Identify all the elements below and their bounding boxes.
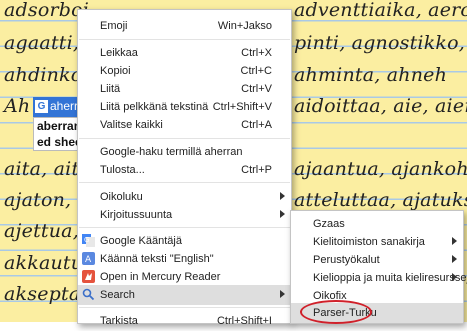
menu-item-copy[interactable]: Kopioi Ctrl+C (78, 61, 291, 81)
text-line-right: adventtiaika, aerobi (294, 0, 467, 21)
menu-item-label: Oikoluku (100, 191, 143, 203)
menu-item-paste-plain[interactable]: Liitä pelkkänä tekstinä Ctrl+Shift+V (78, 97, 291, 117)
submenu-arrow-icon (452, 273, 457, 281)
menu-item-inspect[interactable]: Tarkista Ctrl+Shift+I (78, 311, 291, 331)
submenu-item-label: Kielitoimiston sanakirja (313, 236, 425, 248)
menu-item-writing-direction[interactable]: Kirjoitussuunta (78, 205, 291, 225)
menu-item-print[interactable]: Tulosta... Ctrl+P (78, 160, 291, 180)
menu-item-label: Kirjoitussuunta (100, 209, 173, 221)
mercury-reader-icon (82, 270, 95, 283)
text-line: aita, ait (4, 158, 80, 180)
annotation-circle (300, 300, 372, 324)
menu-item-label: Tulosta... (100, 164, 145, 176)
submenu-item-gzaas[interactable]: Gzaas (291, 214, 463, 234)
text-line: akkautu (4, 252, 84, 274)
text-line-right: aidoittaa, aie, aiempi, (294, 95, 467, 117)
menu-item-label: Google Kääntäjä (100, 235, 182, 247)
menu-item-label: Tarkista (100, 315, 138, 327)
menu-item-search[interactable]: Search (78, 285, 291, 305)
menu-item-label: Liitä (100, 83, 121, 95)
menu-item-google-translate[interactable]: G Google Kääntäjä (78, 231, 291, 251)
suggestion-item[interactable]: ed shee (34, 134, 79, 150)
text-line: agaatti, (4, 32, 80, 54)
google-translate-icon: G (35, 100, 48, 113)
menu-item-google-search[interactable]: Google-haku termillä aherran (78, 142, 291, 162)
menu-item-paste[interactable]: Liitä Ctrl+V (78, 79, 291, 99)
search-icon (82, 288, 95, 301)
text-line-right: ahminta, ahneh (294, 64, 448, 86)
menu-separator (79, 307, 290, 308)
submenu-arrow-icon (280, 290, 285, 298)
menu-item-label: Open in Mercury Reader (100, 271, 221, 283)
menu-separator (79, 182, 290, 183)
svg-text:A: A (85, 255, 92, 265)
menu-item-shortcut: Ctrl+C (240, 65, 272, 77)
selected-word[interactable]: G aherran (33, 97, 91, 117)
menu-item-translate-text[interactable]: A Käännä teksti "English" (78, 249, 291, 269)
suggestion-item[interactable]: aberrant (34, 118, 79, 134)
text-line-right: ajaantua, ajankohta (294, 158, 467, 180)
menu-item-emoji[interactable]: Emoji Win+Jakso (78, 16, 291, 36)
menu-item-shortcut: Ctrl+A (241, 119, 272, 131)
menu-separator (79, 227, 290, 228)
menu-item-mercury-reader[interactable]: Open in Mercury Reader (78, 267, 291, 287)
spell-suggestions: aberrant ed shee (33, 117, 80, 151)
menu-item-select-all[interactable]: Valitse kaikki Ctrl+A (78, 115, 291, 135)
menu-item-label: Käännä teksti "English" (100, 253, 214, 265)
menu-item-label: Valitse kaikki (100, 119, 163, 131)
google-translate-icon: G (82, 234, 95, 247)
menu-item-cut[interactable]: Leikkaa Ctrl+X (78, 43, 291, 63)
menu-item-spellcheck[interactable]: Oikoluku (78, 187, 291, 207)
svg-text:G: G (84, 236, 89, 244)
menu-item-shortcut: Ctrl+Shift+I (216, 315, 272, 327)
menu-item-label: Emoji (100, 20, 128, 32)
menu-item-shortcut: Ctrl+Shift+V (212, 101, 272, 113)
menu-item-shortcut: Win+Jakso (217, 20, 272, 32)
submenu-item-label: Gzaas (313, 218, 345, 230)
text-line-right: atteluttaa, ajatuksela (294, 189, 467, 211)
submenu-item-label: Perustyökalut (313, 254, 380, 266)
context-menu: Emoji Win+Jakso Leikkaa Ctrl+X Kopioi Ct… (77, 9, 292, 327)
submenu-item-kielitoimisto[interactable]: Kielitoimiston sanakirja (291, 232, 463, 252)
submenu-item-kielioppia[interactable]: Kielioppia ja muita kieliresursseja (291, 268, 467, 288)
submenu-arrow-icon (280, 192, 285, 200)
submenu-item-perustyokalut[interactable]: Perustyökalut (291, 250, 463, 270)
text-line: ahdinko (4, 64, 83, 86)
translate-icon: A (82, 252, 95, 265)
menu-separator (79, 39, 290, 40)
submenu-arrow-icon (452, 255, 457, 263)
submenu-item-label: Kielioppia ja muita kieliresursseja (313, 272, 467, 284)
menu-separator (79, 138, 290, 139)
submenu-arrow-icon (452, 237, 457, 245)
menu-item-label: Liitä pelkkänä tekstinä (100, 101, 209, 113)
text-line-right: pinti, agnostikko, ahd (294, 32, 467, 54)
menu-item-shortcut: Ctrl+V (241, 83, 272, 95)
menu-item-shortcut: Ctrl+P (241, 164, 272, 176)
menu-item-label: Google-haku termillä aherran (100, 146, 243, 158)
submenu-arrow-icon (280, 210, 285, 218)
menu-item-label: Leikkaa (100, 47, 138, 59)
menu-item-shortcut: Ctrl+X (241, 47, 272, 59)
menu-item-label: Kopioi (100, 65, 131, 77)
text-line: Ah (4, 95, 31, 117)
menu-item-label: Search (100, 289, 135, 301)
